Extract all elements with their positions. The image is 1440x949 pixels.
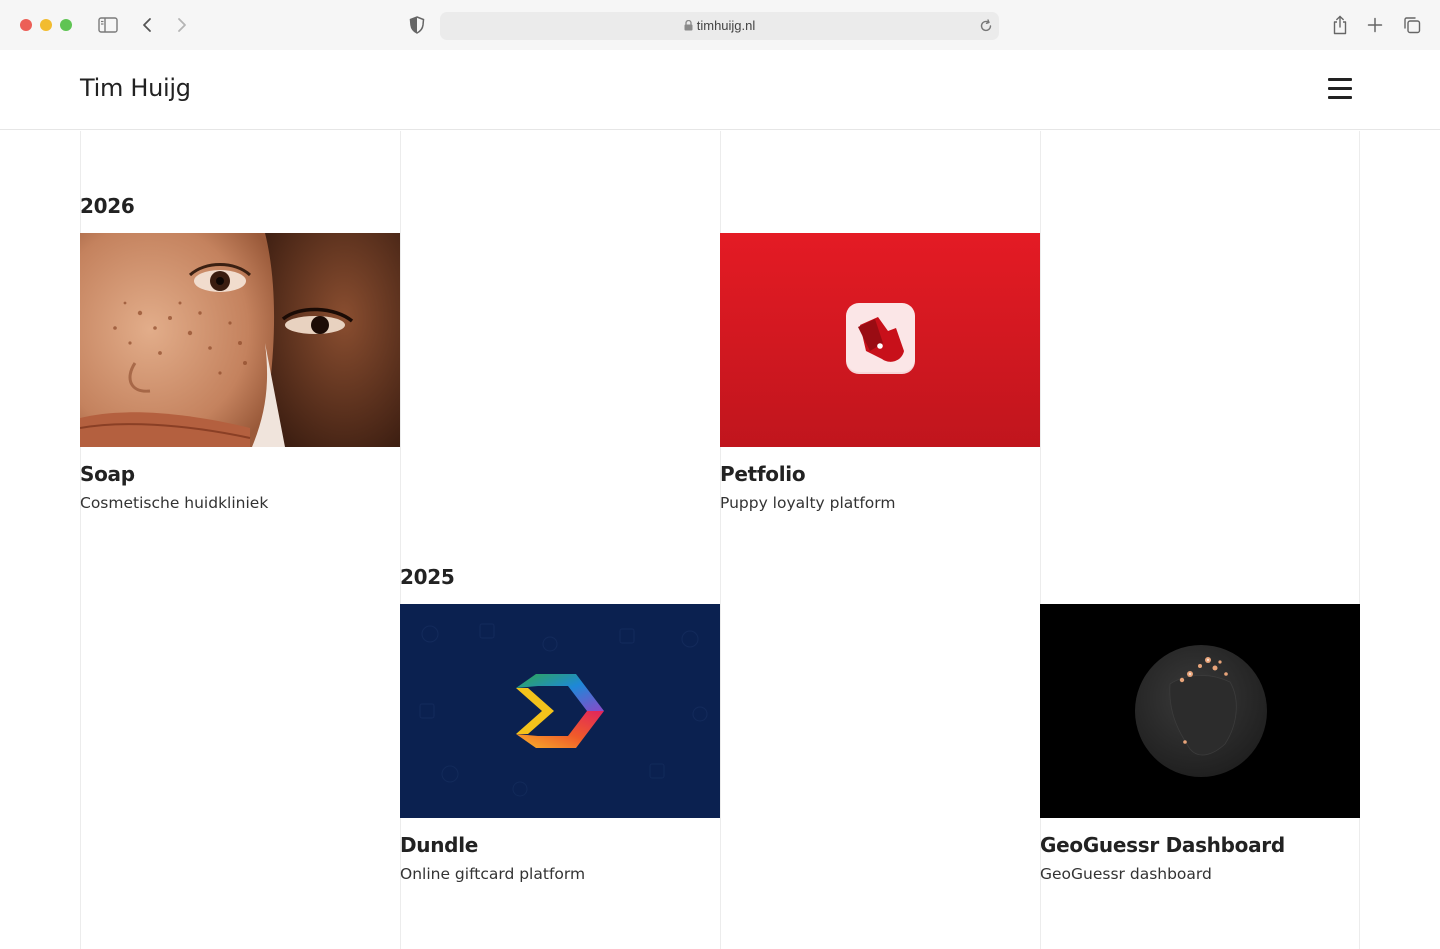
url-text: timhuijg.nl [696,18,756,33]
sidebar-toggle-icon[interactable] [97,14,119,36]
project-card-soap[interactable]: Soap Cosmetische huidkliniek [80,233,400,512]
year-heading: 2025 [400,565,455,589]
project-card-petfolio[interactable]: Petfolio Puppy loyalty platform [720,233,1040,512]
browser-toolbar: timhuijg.nl [0,0,1440,50]
project-card-dundle[interactable]: Dundle Online giftcard platform [400,604,720,883]
address-bar[interactable]: timhuijg.nl [440,12,999,40]
project-title[interactable]: Dundle [400,833,720,857]
back-icon[interactable] [136,14,158,36]
project-thumbnail[interactable] [720,233,1040,447]
site-header: Tim Huijg [0,50,1440,130]
project-title[interactable]: Petfolio [720,462,1040,486]
site-title[interactable]: Tim Huijg [80,74,191,102]
project-thumbnail[interactable] [80,233,400,447]
project-title[interactable]: Soap [80,462,400,486]
close-window-button[interactable] [20,19,32,31]
project-subtitle: Puppy loyalty platform [720,494,896,512]
forward-icon[interactable] [171,14,193,36]
project-subtitle: GeoGuessr dashboard [1040,865,1212,883]
privacy-shield-icon[interactable] [406,14,428,36]
project-subtitle: Online giftcard platform [400,865,586,883]
tab-overview-icon[interactable] [1401,14,1423,36]
minimize-window-button[interactable] [40,19,52,31]
project-subtitle: Cosmetische huidkliniek [80,494,269,512]
project-title[interactable]: GeoGuessr Dashboard [1040,833,1360,857]
menu-icon[interactable] [1326,77,1354,101]
project-thumbnail[interactable] [400,604,720,818]
project-thumbnail[interactable] [1040,604,1360,818]
year-heading: 2026 [80,194,135,218]
maximize-window-button[interactable] [60,19,72,31]
lock-icon [684,19,693,34]
reload-icon[interactable] [975,15,997,37]
share-icon[interactable] [1329,14,1351,36]
project-card-geoguessr[interactable]: GeoGuessr Dashboard GeoGuessr dashboard [1040,604,1360,883]
new-tab-icon[interactable] [1364,14,1386,36]
